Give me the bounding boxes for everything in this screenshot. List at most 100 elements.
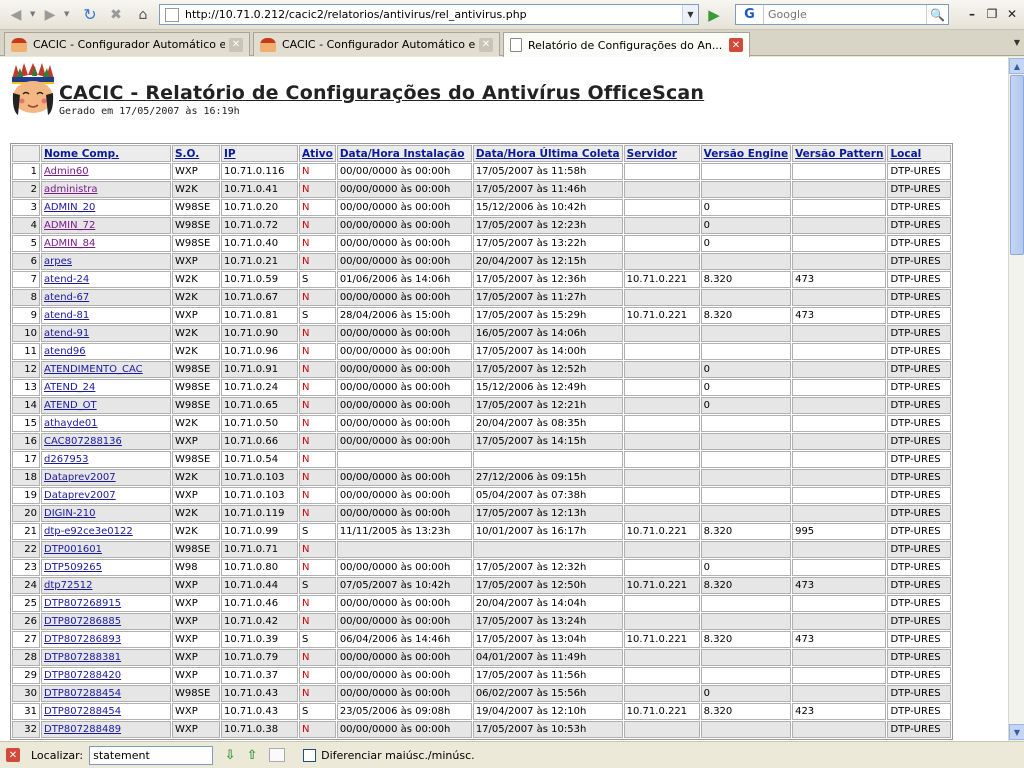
- computer-name-link[interactable]: dtp-e92ce3e0122: [44, 526, 133, 537]
- computer-name-link[interactable]: ADMIN_20: [44, 202, 95, 213]
- computer-name-link[interactable]: DTP807288454: [44, 706, 121, 717]
- sort-link-so[interactable]: S.O.: [175, 148, 199, 160]
- cell-nome-comp: DTP807288381: [41, 649, 171, 666]
- search-engine-icon[interactable]: G: [736, 5, 764, 24]
- cell-nome-comp: Dataprev2007: [41, 469, 171, 486]
- search-go-icon[interactable]: 🔍: [926, 5, 948, 24]
- stop-icon[interactable]: ✖: [106, 4, 126, 25]
- reload-icon[interactable]: ↻: [80, 4, 100, 25]
- sort-link-versao-pattern[interactable]: Versão Pattern: [795, 148, 883, 160]
- computer-name-link[interactable]: atend-67: [44, 292, 89, 303]
- computer-name-link[interactable]: DTP807288454: [44, 688, 121, 699]
- tab-close-icon[interactable]: ✕: [229, 37, 243, 52]
- computer-name-link[interactable]: DTP509265: [44, 562, 102, 573]
- cell-versao-pattern: [792, 649, 887, 666]
- computer-name-link[interactable]: Dataprev2007: [44, 472, 116, 483]
- tab-relatorio[interactable]: Relatório de Configurações do An... ✕: [503, 32, 750, 57]
- back-icon[interactable]: ◀: [6, 4, 26, 25]
- scroll-down-arrow-icon[interactable]: ▼: [1009, 724, 1024, 740]
- scroll-up-arrow-icon[interactable]: ▲: [1009, 58, 1024, 74]
- column-header-data-instalacao: Data/Hora Instalação: [336, 145, 472, 162]
- computer-name-link[interactable]: ATENDIMENTO_CAC: [44, 364, 143, 375]
- address-bar[interactable]: http://10.71.0.212/cacic2/relatorios/ant…: [159, 4, 699, 25]
- cell-local: DTP-URES: [887, 415, 952, 432]
- computer-name-link[interactable]: ATEND_24: [44, 382, 95, 393]
- computer-name-link[interactable]: administra: [44, 184, 97, 195]
- vertical-scrollbar[interactable]: ▲ ▼: [1008, 57, 1024, 741]
- sort-link-versao-engine[interactable]: Versão Engine: [704, 148, 788, 160]
- computer-name-link[interactable]: dtp72512: [44, 580, 92, 591]
- match-case-label[interactable]: Diferenciar maiúsc./minúsc.: [321, 749, 475, 762]
- computer-name-link[interactable]: Admin60: [44, 166, 89, 177]
- computer-name-link[interactable]: DTP807288381: [44, 652, 121, 663]
- tab-list-dropdown[interactable]: ▼: [1014, 38, 1020, 47]
- forward-icon[interactable]: ▶: [40, 4, 60, 25]
- highlight-all-icon[interactable]: [269, 748, 286, 762]
- cell-local: DTP-URES: [887, 271, 952, 288]
- cell-servidor: [623, 505, 700, 522]
- computer-name-link[interactable]: DTP001601: [44, 544, 102, 555]
- computer-name-link[interactable]: DTP807268915: [44, 598, 121, 609]
- find-input[interactable]: [89, 745, 214, 765]
- back-history-dropdown[interactable]: ▼: [30, 10, 35, 18]
- go-icon[interactable]: ▶: [703, 4, 725, 25]
- sort-link-ativo[interactable]: Ativo: [302, 148, 333, 160]
- computer-name-link[interactable]: Dataprev2007: [44, 490, 116, 501]
- computer-name-link[interactable]: d267953: [44, 454, 89, 465]
- cell-data-instalacao: 00/00/0000 às 00:00h: [336, 361, 472, 378]
- find-next-icon[interactable]: ⇩: [221, 746, 239, 764]
- computer-name-link[interactable]: atend96: [44, 346, 86, 357]
- computer-name-link[interactable]: atend-81: [44, 310, 89, 321]
- cell-versao-pattern: [792, 235, 887, 252]
- computer-name-link[interactable]: athayde01: [44, 418, 98, 429]
- cell-index: 26: [12, 613, 40, 630]
- home-icon[interactable]: ⌂: [132, 4, 154, 25]
- computer-name-link[interactable]: CAC807288136: [44, 436, 122, 447]
- forward-history-dropdown[interactable]: ▼: [64, 10, 69, 18]
- sort-link-servidor[interactable]: Servidor: [627, 148, 677, 160]
- computer-name-link[interactable]: atend-24: [44, 274, 89, 285]
- minimize-icon[interactable]: –: [963, 5, 981, 23]
- computer-name-link[interactable]: ADMIN_72: [44, 220, 95, 231]
- tab-cacic-2[interactable]: CACIC - Configurador Automático e C... ✕: [253, 32, 500, 56]
- cell-nome-comp: ATEND_OT: [41, 397, 171, 414]
- computer-name-link[interactable]: DIGIN-210: [44, 508, 96, 519]
- cell-so: W98SE: [172, 541, 220, 558]
- sort-link-data-coleta[interactable]: Data/Hora Última Coleta: [476, 148, 620, 160]
- match-case-checkbox[interactable]: [303, 748, 317, 762]
- sort-link-ip[interactable]: IP: [224, 148, 236, 160]
- sort-link-data-instalacao[interactable]: Data/Hora Instalação: [340, 148, 465, 160]
- find-close-icon[interactable]: ✕: [6, 748, 20, 762]
- computer-name-link[interactable]: ATEND_OT: [44, 400, 97, 411]
- cell-local: DTP-URES: [887, 235, 952, 252]
- cell-data-coleta: 17/05/2007 às 11:56h: [472, 667, 623, 684]
- cell-index: 31: [12, 703, 40, 720]
- tab-cacic-1[interactable]: CACIC - Configurador Automático e C... ✕: [4, 32, 250, 56]
- computer-name-link[interactable]: atend-91: [44, 328, 89, 339]
- cell-so: W2K: [172, 325, 220, 342]
- sort-link-local[interactable]: Local: [890, 148, 921, 160]
- cell-data-instalacao: 01/06/2006 às 14:06h: [336, 271, 472, 288]
- search-input[interactable]: [764, 8, 926, 21]
- url-text[interactable]: http://10.71.0.212/cacic2/relatorios/ant…: [185, 8, 682, 21]
- url-history-dropdown[interactable]: ▼: [682, 5, 698, 24]
- sort-link-nome-comp[interactable]: Nome Comp.: [44, 148, 119, 160]
- cell-ativo: N: [299, 433, 336, 450]
- cell-data-instalacao: 00/00/0000 às 00:00h: [336, 595, 472, 612]
- close-window-icon[interactable]: ✕: [1003, 5, 1021, 23]
- tab-close-icon[interactable]: ✕: [729, 38, 743, 52]
- cell-local: DTP-URES: [887, 685, 952, 702]
- find-previous-icon[interactable]: ⇧: [243, 746, 261, 764]
- cell-local: DTP-URES: [887, 325, 952, 342]
- cell-nome-comp: arpes: [41, 253, 171, 270]
- computer-name-link[interactable]: ADMIN_84: [44, 238, 95, 249]
- computer-name-link[interactable]: DTP807288420: [44, 670, 121, 681]
- restore-icon[interactable]: ❐: [983, 5, 1001, 23]
- cell-versao-pattern: 473: [792, 631, 887, 648]
- computer-name-link[interactable]: DTP807288489: [44, 724, 121, 735]
- scrollbar-thumb[interactable]: [1010, 75, 1024, 255]
- computer-name-link[interactable]: DTP807286893: [44, 634, 121, 645]
- computer-name-link[interactable]: DTP807286885: [44, 616, 121, 627]
- tab-close-icon[interactable]: ✕: [479, 37, 493, 52]
- computer-name-link[interactable]: arpes: [44, 256, 72, 267]
